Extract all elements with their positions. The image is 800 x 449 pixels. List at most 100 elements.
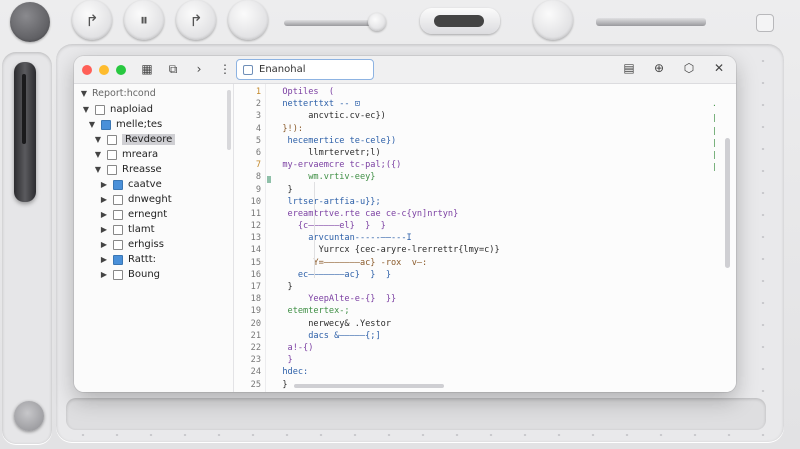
code-line[interactable]: {c——————el} } } (272, 220, 736, 232)
code-line[interactable]: ancvtic.cv-ec}) (272, 110, 736, 122)
code-line[interactable]: arvcuntan-----——---I (272, 232, 736, 244)
tab-title-field[interactable]: Enanohal (236, 59, 374, 80)
round-button-icon[interactable] (228, 0, 268, 40)
expand-icon[interactable]: ⬡ (678, 61, 700, 75)
code-line[interactable]: llmrtervetr;l) (272, 147, 736, 159)
file-tree: ▼ naploiad ▼ melle;tes ▼ Revdeore ▼ mreara ▼ Rrea… (74, 102, 233, 282)
code-line[interactable]: netterttxt -- ⊡ (272, 98, 736, 110)
stylus-horizontal[interactable] (284, 20, 374, 26)
line-number: 20 (250, 318, 261, 329)
tree-item[interactable]: ▼ Revdeore (74, 132, 233, 147)
chevron-right-icon[interactable]: ▶ (100, 270, 108, 279)
tree-item[interactable]: ▼ naploiad (74, 102, 233, 117)
code-line[interactable]: wm.vrtiv-eey} (272, 171, 736, 183)
corner-arrow-icon-2[interactable]: ↱ (176, 0, 216, 40)
tree-item[interactable]: ▶ Boung (74, 267, 233, 282)
traffic-lights (82, 64, 126, 75)
checkbox-icon[interactable] (113, 209, 123, 220)
square-toggle-icon[interactable] (756, 14, 774, 32)
code-editor[interactable]: 1 2 3 4 5 6 7 8 9 10 11 12 13 14 15 16 17 18 19 20 21 22 23 24 2… (234, 84, 736, 392)
code-line[interactable]: lrtser-artfia-u}}; (272, 196, 736, 208)
checkbox-icon[interactable] (107, 164, 117, 175)
code-line[interactable]: ereamtrtve.rte cae ce-c{yn]nrtyn} (272, 208, 736, 220)
tree-item[interactable]: ▶ Rattt: (74, 252, 233, 267)
chevron-down-icon[interactable]: ▼ (82, 105, 90, 114)
line-number: 3 (255, 111, 261, 122)
new-tab-icon[interactable]: ⧉ (162, 62, 184, 77)
pause-bars-icon[interactable]: ⏸ (124, 0, 164, 40)
minimize-light-icon[interactable] (99, 64, 109, 75)
chevron-right-icon[interactable]: ▶ (100, 240, 108, 249)
pen-horizontal[interactable] (596, 18, 706, 26)
tree-item[interactable]: ▼ mreara (74, 147, 233, 162)
document-icon[interactable]: ▤ (618, 61, 640, 75)
chevron-down-icon[interactable]: ▼ (94, 150, 102, 159)
tree-item[interactable]: ▶ dnweght (74, 192, 233, 207)
checkbox-icon[interactable] (95, 104, 105, 115)
stylus-knob-icon[interactable] (368, 13, 386, 31)
line-number: 22 (250, 342, 261, 353)
tree-item[interactable]: ▼ melle;tes (74, 117, 233, 132)
corner-arrow-icon[interactable]: ↱ (72, 0, 112, 40)
vertical-scrollbar[interactable] (725, 138, 730, 268)
close-light-icon[interactable] (82, 64, 92, 75)
zoom-light-icon[interactable] (116, 64, 126, 75)
code-line[interactable]: etemtertex-; (272, 305, 736, 317)
dark-knob-icon[interactable] (10, 2, 50, 42)
code-text[interactable]: Optiles ( netterttxt -- ⊡ ancvtic.cv-ec}… (272, 84, 736, 392)
tree-item[interactable]: ▶ erhgiss (74, 237, 233, 252)
code-line[interactable]: } (272, 184, 736, 196)
sidebar-scrollbar[interactable] (227, 90, 231, 150)
chevron-right-icon[interactable]: › (188, 62, 210, 77)
code-line[interactable]: } (272, 281, 736, 293)
code-line[interactable]: }!): (272, 123, 736, 135)
code-line[interactable] (272, 391, 736, 392)
line-number: 9 (255, 184, 261, 195)
bottom-knob-icon[interactable] (14, 401, 44, 431)
code-line[interactable]: hdec: (272, 366, 736, 378)
checkbox-icon[interactable] (113, 194, 123, 205)
slider-pill[interactable] (420, 8, 500, 34)
sidebar-grid-icon[interactable]: ▦ (136, 62, 158, 77)
chevron-right-icon[interactable]: ▶ (100, 195, 108, 204)
code-line[interactable]: Y=———————ac} -rox v—: (272, 257, 736, 269)
code-line[interactable]: Optiles ( (272, 86, 736, 98)
tree-item[interactable]: ▼ Rreasse (74, 162, 233, 177)
target-icon[interactable]: ⊕ (648, 61, 670, 75)
round-button-icon-2[interactable] (533, 0, 573, 40)
pen-vertical[interactable] (14, 62, 36, 202)
tree-item[interactable]: ▶ tlamt (74, 222, 233, 237)
checkbox-icon[interactable] (113, 239, 123, 250)
chevron-right-icon[interactable]: ▶ (100, 210, 108, 219)
chevron-down-icon[interactable]: ▼ (80, 89, 88, 98)
checkbox-icon[interactable] (107, 134, 117, 145)
chevron-down-icon[interactable]: ▼ (88, 120, 96, 129)
chevron-right-icon[interactable]: ▶ (100, 180, 108, 189)
horizontal-scrollbar[interactable] (294, 384, 444, 388)
code-line[interactable]: my-ervaemcre tc-pal;({) (272, 159, 736, 171)
code-line[interactable]: YeepAlte-e-{} }} (272, 293, 736, 305)
checkbox-icon[interactable] (107, 149, 117, 160)
more-vertical-icon[interactable]: ⋮ (214, 62, 236, 77)
chevron-right-icon[interactable]: ▶ (100, 255, 108, 264)
window-body: ▼ Report:hcond ▼ naploiad ▼ melle;tes ▼ Revde… (74, 84, 736, 392)
checkbox-icon[interactable] (113, 224, 123, 235)
chevron-down-icon[interactable]: ▼ (94, 165, 102, 174)
tree-item[interactable]: ▶ ernegnt (74, 207, 233, 222)
checkbox-icon[interactable] (113, 179, 123, 190)
line-number: 19 (250, 306, 261, 317)
code-line[interactable]: hecemertice te-cele}) (272, 135, 736, 147)
code-line[interactable]: ec———————ac} } } (272, 269, 736, 281)
checkbox-icon[interactable] (113, 254, 123, 265)
checkbox-icon[interactable] (101, 119, 111, 130)
chevron-right-icon[interactable]: ▶ (100, 225, 108, 234)
close-icon[interactable]: ✕ (708, 61, 730, 75)
code-line[interactable]: a!-{) (272, 342, 736, 354)
code-line[interactable]: dacs &—————{;] (272, 330, 736, 342)
chevron-down-icon[interactable]: ▼ (94, 135, 102, 144)
checkbox-icon[interactable] (113, 269, 123, 280)
code-line[interactable]: nerwecy& .Yestor (272, 318, 736, 330)
code-line[interactable]: } (272, 354, 736, 366)
code-line[interactable]: Yurrcx {cec-aryre-lrerrettr{lmy=c)} (272, 244, 736, 256)
tree-item[interactable]: ▶ caatve (74, 177, 233, 192)
